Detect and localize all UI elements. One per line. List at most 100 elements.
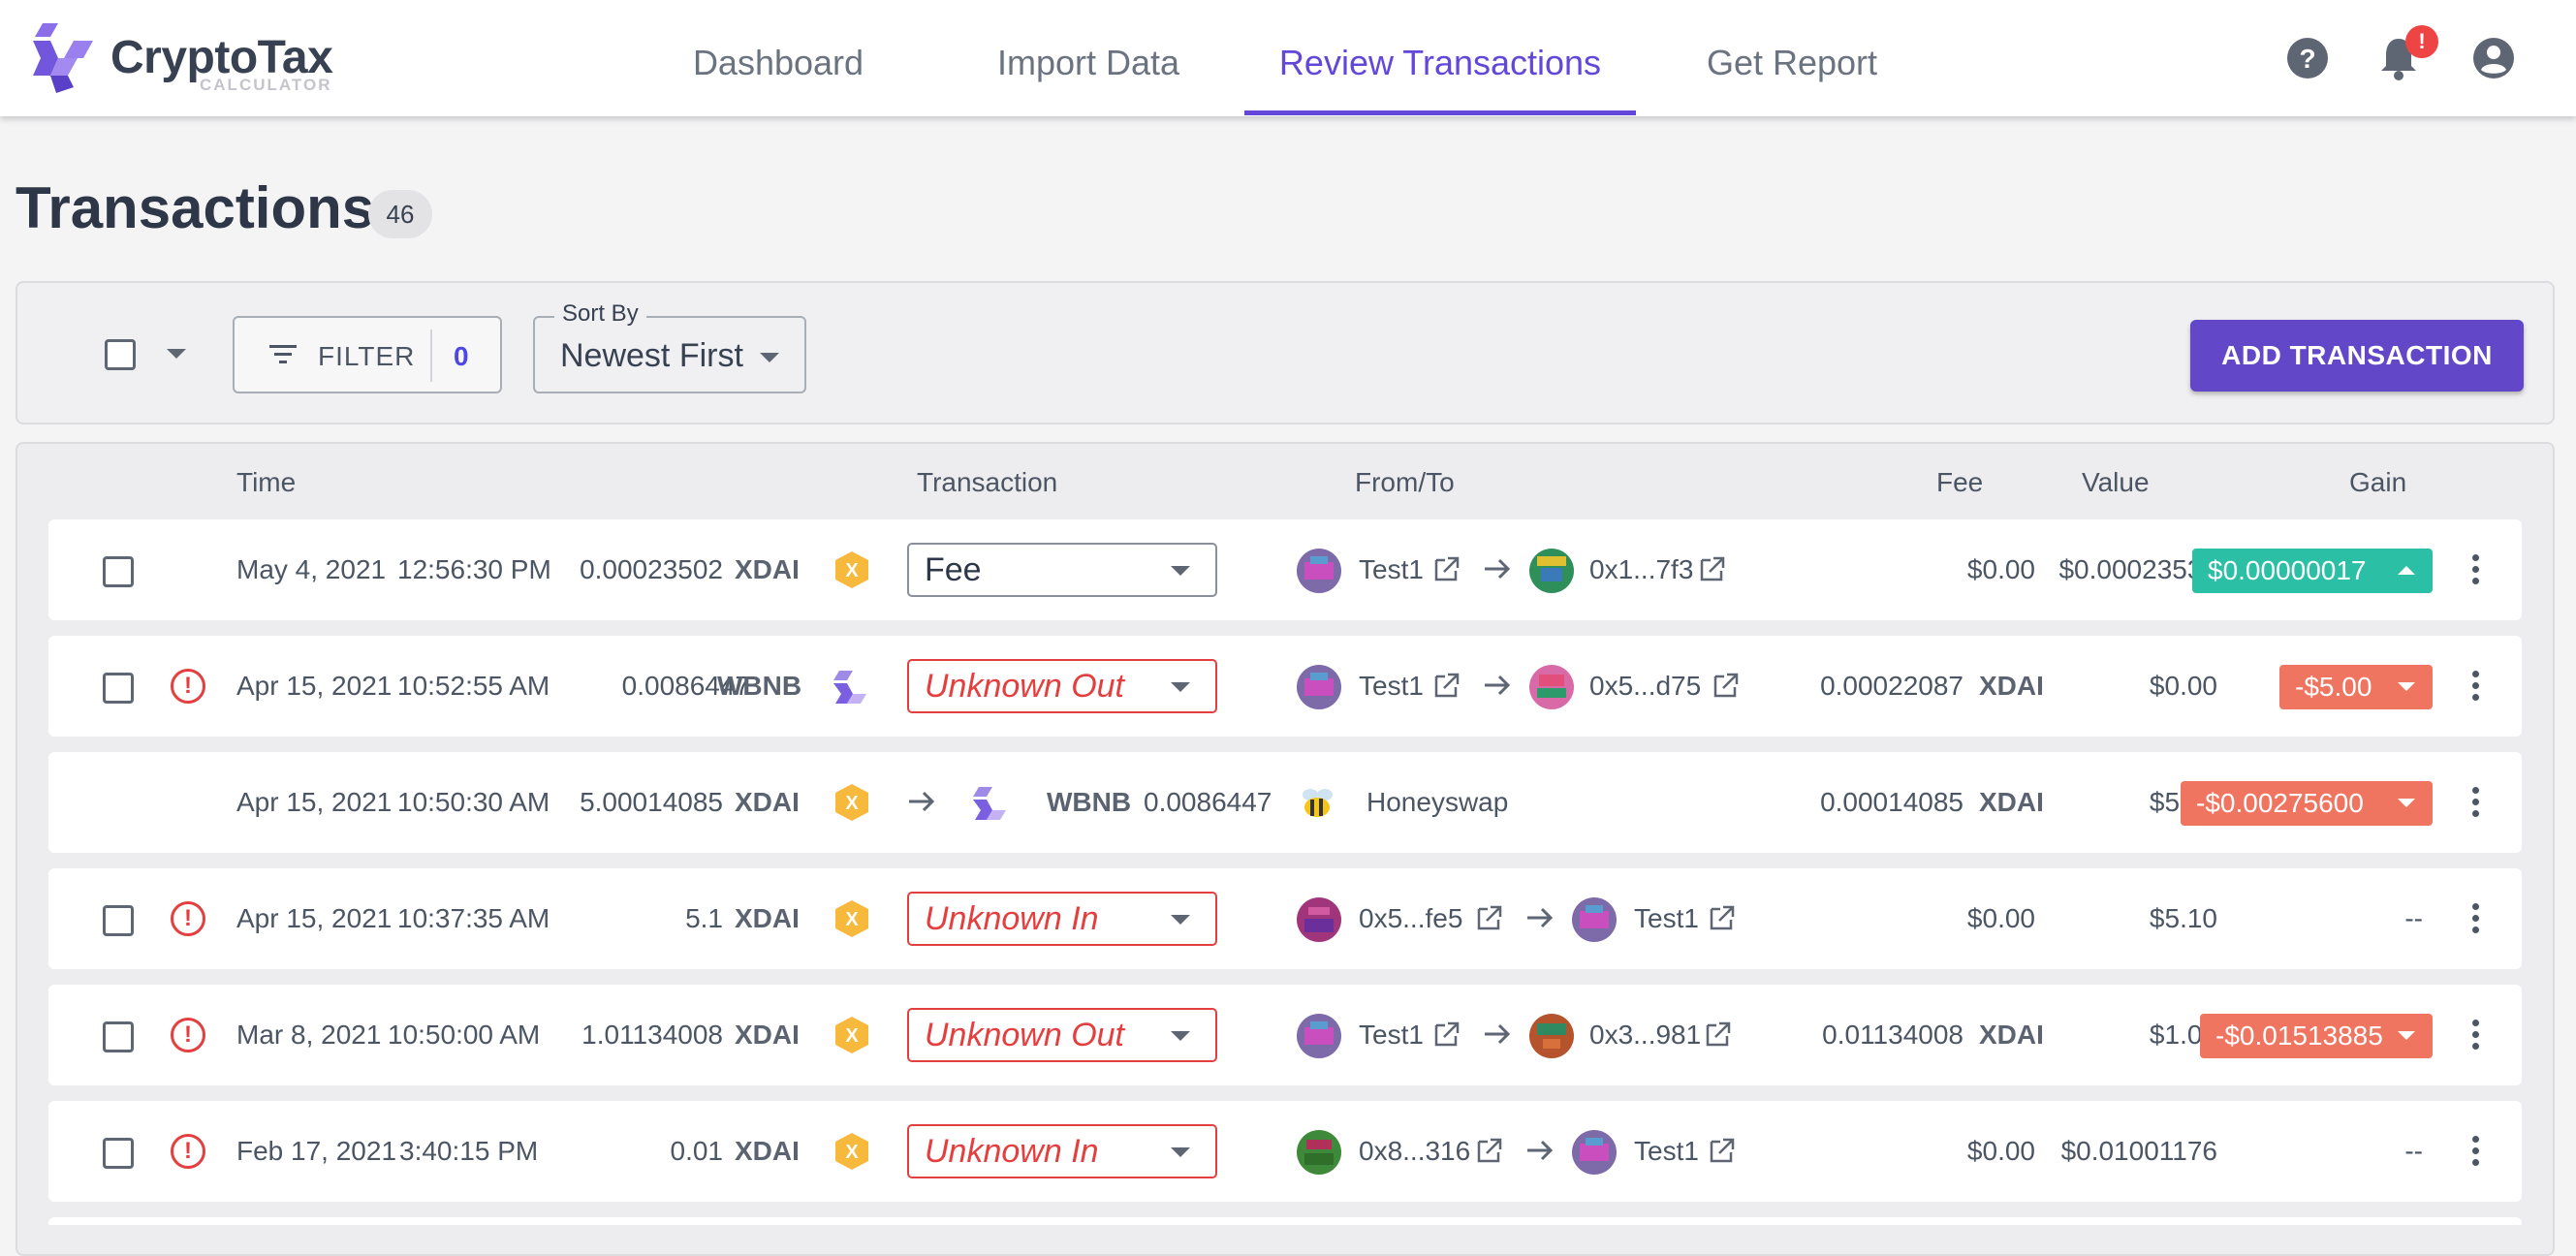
table-row[interactable]: ! Apr 15, 2021 10:52:55 AM 0.0086447 WBN… bbox=[48, 636, 2522, 737]
row-fee: $0.00 bbox=[1966, 903, 2035, 933]
sort-dropdown-chevron-icon bbox=[760, 353, 779, 362]
transaction-type-value: Unknown Out bbox=[925, 1017, 1124, 1053]
external-link-icon[interactable] bbox=[1708, 1136, 1737, 1165]
external-link-icon[interactable] bbox=[1475, 903, 1504, 932]
row-actions-menu-icon[interactable] bbox=[2469, 787, 2481, 820]
table-row[interactable]: Apr 15, 2021 10:50:30 AM 5.00014085 XDAI… bbox=[48, 752, 2522, 853]
row-checkbox[interactable] bbox=[103, 1021, 134, 1052]
row-currency: WBNB bbox=[717, 671, 802, 701]
transaction-type-select[interactable]: Unknown Out bbox=[907, 659, 1217, 713]
row-currency: XDAI bbox=[735, 787, 800, 817]
gain-value: -$0.00275600 bbox=[2196, 788, 2364, 818]
row-currency: XDAI bbox=[735, 1136, 800, 1166]
row-date: Apr 15, 2021 bbox=[236, 671, 393, 701]
top-navigation-bar: CryptoTax CALCULATOR Dashboard Import Da… bbox=[0, 0, 2576, 116]
table-row[interactable]: ! Feb 17, 2021 3:40:15 PM 0.01 XDAI X Un… bbox=[48, 1101, 2522, 1202]
row-amount: 0.00023502 bbox=[580, 554, 723, 584]
from-wallet-name: Test1 bbox=[1359, 1020, 1424, 1050]
external-link-icon[interactable] bbox=[1698, 554, 1727, 583]
transaction-type-select[interactable]: Unknown In bbox=[907, 1124, 1217, 1178]
nav-dashboard[interactable]: Dashboard bbox=[678, 0, 878, 116]
row-fee-currency: XDAI bbox=[1979, 1020, 2044, 1050]
select-menu-chevron-icon[interactable] bbox=[167, 349, 186, 359]
app-logo[interactable]: CryptoTax CALCULATOR bbox=[29, 19, 349, 97]
notification-badge: ! bbox=[2405, 25, 2438, 58]
transaction-type-select[interactable]: Unknown Out bbox=[907, 1008, 1217, 1062]
external-link-icon[interactable] bbox=[1712, 671, 1741, 700]
external-link-icon[interactable] bbox=[1432, 1020, 1461, 1049]
external-link-icon[interactable] bbox=[1704, 1020, 1733, 1049]
external-link-icon[interactable] bbox=[1432, 554, 1461, 583]
gain-badge[interactable]: $0.00000017 bbox=[2192, 549, 2433, 593]
to-wallet-avatar bbox=[1529, 549, 1574, 593]
row-value: $0.00023530 bbox=[2058, 554, 2217, 584]
from-wallet-avatar bbox=[1297, 549, 1341, 593]
select-all-checkbox[interactable] bbox=[105, 339, 136, 370]
active-filter-count: 0 bbox=[454, 341, 469, 371]
row-checkbox[interactable] bbox=[103, 673, 134, 704]
warning-icon: ! bbox=[171, 1134, 205, 1169]
table-row[interactable]: May 4, 2021 12:56:30 PM 0.00023502 XDAI … bbox=[48, 519, 2522, 620]
svg-text:X: X bbox=[845, 1025, 859, 1047]
nav-get-report[interactable]: Get Report bbox=[1692, 0, 1892, 116]
from-wallet-name: Test1 bbox=[1359, 554, 1424, 584]
chevron-down-icon bbox=[1171, 682, 1190, 692]
from-wallet-address: 0x8...316 bbox=[1359, 1136, 1471, 1166]
table-row[interactable]: ! Apr 15, 2021 10:37:35 AM 5.1 XDAI X Un… bbox=[48, 868, 2522, 969]
to-wallet-name: Test1 bbox=[1634, 903, 1699, 933]
gain-badge[interactable]: -$5.00 bbox=[2279, 665, 2433, 709]
xdai-icon: X bbox=[835, 1017, 868, 1053]
row-date: Apr 15, 2021 bbox=[236, 787, 393, 817]
from-wallet-avatar bbox=[1297, 1130, 1341, 1175]
swap-to-amount: 0.0086447 bbox=[1144, 787, 1272, 817]
arrow-right-icon bbox=[1527, 1140, 1554, 1161]
row-amount: 1.01134008 bbox=[581, 1020, 723, 1050]
row-value: $0.00 bbox=[2149, 671, 2217, 701]
platform-name: Honeyswap bbox=[1367, 787, 1509, 817]
row-checkbox[interactable] bbox=[103, 1138, 134, 1169]
row-actions-menu-icon[interactable] bbox=[2469, 1020, 2481, 1052]
svg-text:X: X bbox=[845, 1142, 859, 1163]
column-header-transaction: Transaction bbox=[917, 467, 1058, 497]
svg-text:X: X bbox=[845, 793, 859, 814]
row-actions-menu-icon[interactable] bbox=[2469, 903, 2481, 936]
external-link-icon[interactable] bbox=[1708, 903, 1737, 932]
nav-import-data[interactable]: Import Data bbox=[979, 0, 1198, 116]
from-wallet-avatar bbox=[1297, 665, 1341, 709]
row-checkbox[interactable] bbox=[103, 905, 134, 936]
filter-button[interactable]: FILTER 0 bbox=[233, 316, 502, 393]
table-row[interactable]: ! Mar 8, 2021 10:50:00 AM 1.01134008 XDA… bbox=[48, 985, 2522, 1085]
chevron-down-icon bbox=[2398, 1031, 2415, 1040]
to-wallet-name: Test1 bbox=[1634, 1136, 1699, 1166]
help-icon[interactable]: ? bbox=[2283, 29, 2332, 87]
cryptotax-logo-icon bbox=[33, 23, 93, 93]
from-wallet-avatar bbox=[1297, 1014, 1341, 1058]
external-link-icon[interactable] bbox=[1432, 671, 1461, 700]
sort-by-value: Newest First bbox=[560, 337, 743, 374]
sort-by-select[interactable]: Sort By Newest First bbox=[533, 300, 806, 393]
row-time: 10:50:00 AM bbox=[388, 1020, 541, 1050]
filter-label: FILTER bbox=[318, 341, 416, 371]
svg-text:X: X bbox=[845, 909, 859, 930]
nav-review-transactions[interactable]: Review Transactions bbox=[1244, 0, 1636, 116]
logo-subtitle: CALCULATOR bbox=[200, 76, 332, 94]
row-checkbox[interactable] bbox=[103, 556, 134, 587]
arrow-right-icon bbox=[1485, 675, 1511, 696]
row-actions-menu-icon[interactable] bbox=[2469, 671, 2481, 704]
row-actions-menu-icon[interactable] bbox=[2469, 1136, 2481, 1169]
account-icon[interactable] bbox=[2469, 29, 2518, 87]
gain-value: -- bbox=[2404, 903, 2423, 933]
gain-value: $0.00000017 bbox=[2208, 555, 2367, 585]
filter-divider bbox=[430, 330, 432, 382]
gain-badge[interactable]: -$0.00275600 bbox=[2181, 781, 2433, 826]
row-actions-menu-icon[interactable] bbox=[2469, 554, 2481, 587]
row-time: 10:52:55 AM bbox=[397, 671, 550, 701]
row-time: 12:56:30 PM bbox=[397, 554, 551, 584]
external-link-icon[interactable] bbox=[1475, 1136, 1504, 1165]
gain-value: -- bbox=[2404, 1136, 2423, 1166]
to-wallet-avatar bbox=[1572, 897, 1617, 942]
gain-badge[interactable]: -$0.01513885 bbox=[2200, 1014, 2433, 1058]
transaction-type-select[interactable]: Unknown In bbox=[907, 892, 1217, 946]
transaction-type-select[interactable]: Fee bbox=[907, 543, 1217, 597]
add-transaction-button[interactable]: ADD TRANSACTION bbox=[2190, 320, 2524, 392]
